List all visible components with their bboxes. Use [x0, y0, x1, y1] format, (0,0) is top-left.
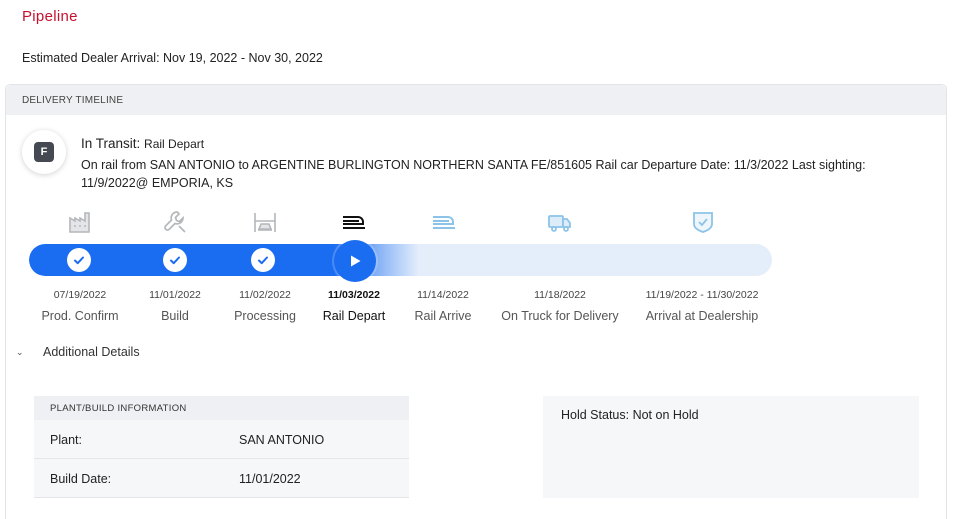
- shield-check-icon: [689, 208, 717, 236]
- status-title: In Transit: Rail Depart: [81, 136, 204, 151]
- delivery-timeline-header: DELIVERY TIMELINE: [6, 85, 946, 115]
- car-lift-icon: [251, 208, 279, 236]
- row-value: SAN ANTONIO: [239, 433, 325, 447]
- estimated-arrival: Estimated Dealer Arrival: Nov 19, 2022 -…: [22, 51, 323, 65]
- table-row: Plant: SAN ANTONIO: [34, 420, 409, 459]
- play-icon: [334, 240, 376, 282]
- row-key: Build Date:: [50, 472, 112, 486]
- row-key: Plant:: [50, 433, 82, 447]
- row-value: 11/01/2022: [239, 472, 301, 486]
- hold-status: Hold Status: Not on Hold: [561, 408, 699, 422]
- check-icon: [251, 248, 275, 272]
- stage-date: 11/18/2022: [534, 289, 586, 301]
- stage-date: 11/14/2022: [417, 289, 469, 301]
- status-description: On rail from SAN ANTONIO to ARGENTINE BU…: [81, 158, 866, 190]
- hold-status-box: Hold Status: Not on Hold: [543, 396, 919, 498]
- avatar-letter: F: [34, 142, 54, 162]
- additional-details-toggle[interactable]: ⌄ Additional Details: [16, 345, 140, 359]
- status-label: In Transit:: [81, 136, 141, 151]
- factory-icon: [66, 208, 94, 236]
- stage-label: On Truck for Delivery: [501, 309, 619, 323]
- additional-details-label: Additional Details: [43, 345, 140, 359]
- chevron-down-icon: ⌄: [16, 346, 24, 357]
- status-value: Rail Depart: [144, 137, 205, 151]
- train-icon: [430, 208, 458, 236]
- plant-build-header: PLANT/BUILD INFORMATION: [34, 396, 409, 420]
- train-icon: [340, 208, 368, 236]
- stage-label: Arrival at Dealership: [645, 309, 759, 323]
- check-icon: [163, 248, 187, 272]
- plant-build-info: PLANT/BUILD INFORMATION Plant: SAN ANTON…: [34, 396, 409, 498]
- table-row: Build Date: 11/01/2022: [34, 459, 409, 498]
- avatar: F: [22, 130, 66, 174]
- progress-track: [29, 244, 772, 276]
- page-title: Pipeline: [22, 8, 78, 25]
- truck-icon: [546, 208, 574, 236]
- check-icon: [67, 248, 91, 272]
- wrench-icon: [161, 208, 189, 236]
- stage-date: 11/19/2022 - 11/30/2022: [645, 289, 759, 301]
